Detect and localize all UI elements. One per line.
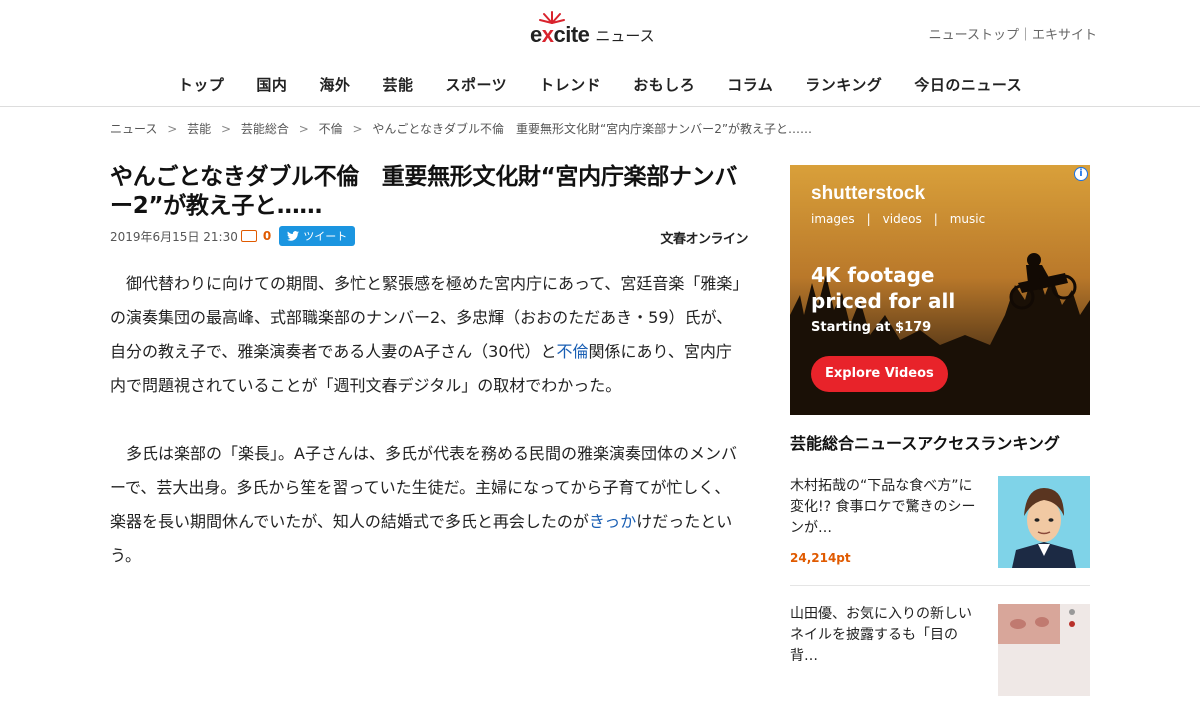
nav-item-sports[interactable]: スポーツ (429, 74, 523, 95)
breadcrumb-item-current: やんごとなきダブル不倫 重要無形文化財“宮内庁楽部ナンバー2”が教え子と…… (372, 122, 813, 136)
article-paragraph: 多氏は楽部の「楽長」。A子さんは、多氏が代表を務める民間の雅楽演奏団体のメンバー… (110, 437, 746, 573)
sidebar: i shutterstock images | videos | music 4… (790, 165, 1090, 714)
logo-x: x (541, 22, 554, 47)
ad-headline-line: priced for all (811, 289, 956, 313)
top-links: ニューストップ｜エキサイト (929, 24, 1097, 43)
breadcrumb-separator: > (220, 122, 232, 136)
shutterstock-ad[interactable]: i shutterstock images | videos | music 4… (790, 165, 1090, 415)
article-meta: 2019年6月15日 21:30 0 ツイート 文春オンライン (110, 225, 750, 247)
link-news-top[interactable]: ニューストップ (929, 28, 1019, 43)
nav-item-overseas[interactable]: 海外 (303, 74, 366, 95)
logo-e: e (530, 22, 542, 47)
excite-logo[interactable]: excite ニュース (530, 11, 655, 48)
nav-item-trend[interactable]: トレンド (523, 74, 617, 95)
ad-price: Starting at $179 (811, 320, 932, 335)
nav-item-ranking[interactable]: ランキング (789, 74, 898, 95)
breadcrumb-separator: > (352, 122, 363, 136)
nav-item-funny[interactable]: おもしろ (617, 74, 711, 95)
breadcrumb-separator: > (298, 122, 309, 136)
ranking-item-thumbnail[interactable] (998, 604, 1090, 696)
nav-item-today[interactable]: 今日のニュース (898, 74, 1038, 95)
ranking-item-text[interactable]: 山田優、お気に入りの新しいネイルを披露するも「目の背… (790, 604, 980, 667)
nail-photo-image (998, 604, 1090, 696)
link-excite[interactable]: エキサイト (1032, 28, 1097, 43)
article-body: 御代替わりに向けての期間、多忙と緊張感を極めた宮内庁にあって、宮廷音楽「雅楽」の… (110, 267, 746, 573)
comment-count[interactable]: 0 (263, 229, 271, 243)
ranking-title: 芸能総合ニュースアクセスランキング (790, 434, 1060, 453)
logo-wordmark: excite (530, 11, 590, 48)
source-logo[interactable]: 文春オンライン (660, 228, 748, 247)
keyword-link-furin[interactable]: 不倫 (557, 342, 589, 361)
nav-item-domestic[interactable]: 国内 (240, 74, 303, 95)
article-title: やんごとなきダブル不倫 重要無形文化財“宮内庁楽部ナンバー2”が教え子と…… (110, 164, 738, 219)
breadcrumb-item-geino-sogo[interactable]: 芸能総合 (241, 122, 289, 136)
main-nav: トップ 国内 海外 芸能 スポーツ トレンド おもしろ コラム ランキング 今日… (0, 74, 1200, 95)
ad-subtitle: images | videos | music (811, 212, 986, 226)
ranking-item-points: 24,214pt (790, 551, 851, 565)
ranking-item-text[interactable]: 木村拓哉の“下品な食べ方”に変化!? 食事ロケで驚きのシーンが… (790, 476, 980, 539)
breadcrumb-separator: > (167, 122, 178, 136)
ad-headline: 4K footage priced for all (811, 262, 955, 314)
article: やんごとなきダブル不倫 重要無形文化財“宮内庁楽部ナンバー2”が教え子と…… 2… (110, 163, 750, 607)
ranking-item[interactable]: 木村拓哉の“下品な食べ方”に変化!? 食事ロケで驚きのシーンが… 24,214p… (790, 476, 1090, 586)
keyword-link-kikkake[interactable]: きっか (589, 512, 636, 531)
nav-item-top[interactable]: トップ (162, 74, 241, 95)
article-date: 2019年6月15日 21:30 (110, 229, 238, 244)
ranking-item-thumbnail[interactable] (998, 476, 1090, 568)
breadcrumb-item-geino[interactable]: 芸能 (187, 122, 211, 136)
breadcrumb: ニュース > 芸能 > 芸能総合 > 不倫 > やんごとなきダブル不倫 重要無形… (110, 120, 812, 137)
article-paragraph: 御代替わりに向けての期間、多忙と緊張感を極めた宮内庁にあって、宮廷音楽「雅楽」の… (110, 267, 746, 403)
nav-item-column[interactable]: コラム (711, 74, 789, 95)
tweet-button[interactable]: ツイート (279, 226, 356, 246)
breadcrumb-item-news[interactable]: ニュース (110, 122, 157, 136)
ad-info-icon[interactable]: i (1074, 167, 1088, 181)
site-header: excite ニュース ニューストップ｜エキサイト トップ 国内 海外 芸能 ス… (0, 0, 1200, 107)
ad-headline-line: 4K footage (811, 263, 935, 287)
toplink-separator: ｜ (1018, 28, 1032, 43)
illustration-portrait-image (998, 476, 1090, 568)
tweet-label: ツイート (303, 230, 348, 243)
breadcrumb-item-furin[interactable]: 不倫 (319, 122, 343, 136)
ad-brand: shutterstock (811, 183, 926, 204)
comment-icon[interactable] (240, 230, 257, 242)
twitter-bird-icon (287, 231, 300, 241)
nav-item-entertainment[interactable]: 芸能 (366, 74, 429, 95)
logo-news-label: ニュース (595, 27, 655, 45)
ranking-item[interactable]: 山田優、お気に入りの新しいネイルを披露するも「目の背… (790, 604, 1090, 714)
explore-videos-button[interactable]: Explore Videos (811, 356, 948, 392)
logo-cite: cite (553, 22, 590, 47)
logo-burst-icon (539, 11, 565, 24)
